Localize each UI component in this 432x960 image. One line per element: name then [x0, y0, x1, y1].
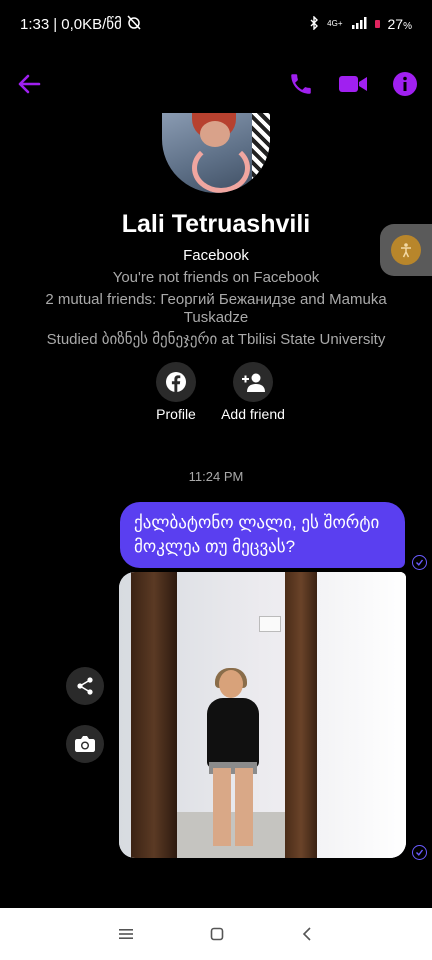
- back-icon: [303, 927, 311, 941]
- photo-message[interactable]: [119, 572, 406, 858]
- chat-header: [0, 60, 432, 108]
- alarm-muted-icon: [126, 14, 142, 34]
- share-button[interactable]: [66, 667, 104, 705]
- video-call-button[interactable]: [338, 73, 368, 95]
- status-right: 4G+ 27%: [309, 14, 412, 33]
- message-text: ქალბატონო ლალი, ეს შორტი მოკლეა თუ მეცვა…: [134, 513, 380, 556]
- status-left: 1:33 | 0,0KB/წმ: [20, 14, 142, 34]
- network-type: 4G+: [327, 19, 343, 28]
- battery-level: 27%: [387, 16, 412, 32]
- floating-accessibility-widget[interactable]: [380, 224, 432, 276]
- back-button[interactable]: [16, 73, 42, 95]
- add-friend-label: Add friend: [221, 406, 285, 422]
- system-nav-bar: [0, 908, 432, 960]
- light-switch: [259, 616, 281, 632]
- status-bar: 1:33 | 0,0KB/წმ 4G+ 27%: [0, 0, 432, 48]
- facebook-icon: [166, 372, 186, 392]
- status-time: 1:33: [20, 15, 50, 33]
- home-button[interactable]: [210, 927, 224, 941]
- message-bubble[interactable]: ქალბატონო ლალი, ეს შორტი მოკლეა თუ მეცვა…: [120, 502, 405, 568]
- menu-button[interactable]: [118, 928, 133, 940]
- profile-button[interactable]: [156, 362, 196, 402]
- video-camera-icon: [339, 76, 367, 92]
- back-arrow-icon: [18, 74, 41, 94]
- mutual-friends: 2 mutual friends: Георгий Бежанидзе and …: [45, 291, 387, 326]
- message-timestamp: 11:24 PM: [188, 469, 244, 484]
- battery-low-icon: [374, 20, 380, 28]
- sent-check-icon: [412, 555, 427, 570]
- camera-button[interactable]: [66, 725, 104, 763]
- add-person-icon: [242, 373, 265, 392]
- network-speed: | 0,0KB/წმ: [53, 16, 122, 33]
- camera-icon: [75, 736, 95, 752]
- friend-status: You're not friends on Facebook: [112, 269, 320, 286]
- add-friend-button[interactable]: [233, 362, 273, 402]
- profile-platform: Facebook: [183, 247, 249, 264]
- system-back-button[interactable]: [301, 927, 313, 941]
- signal-icon: [351, 16, 367, 32]
- call-button[interactable]: [288, 71, 314, 97]
- home-icon: [210, 927, 224, 941]
- info-button[interactable]: [392, 71, 418, 97]
- menu-icon: [118, 929, 133, 939]
- phone-icon: [291, 74, 311, 94]
- profile-avatar: [162, 113, 270, 193]
- education-info: Studied ბიზნეს მენეჯერი at Tbilisi State…: [46, 331, 386, 348]
- share-icon: [77, 677, 93, 695]
- accessibility-icon: [401, 243, 411, 258]
- sent-check-icon-photo: [412, 845, 427, 860]
- profile-name: Lali Tetruashvili: [121, 210, 311, 238]
- bluetooth-icon: [309, 14, 319, 33]
- info-icon: [393, 72, 417, 96]
- header-actions: [288, 71, 418, 97]
